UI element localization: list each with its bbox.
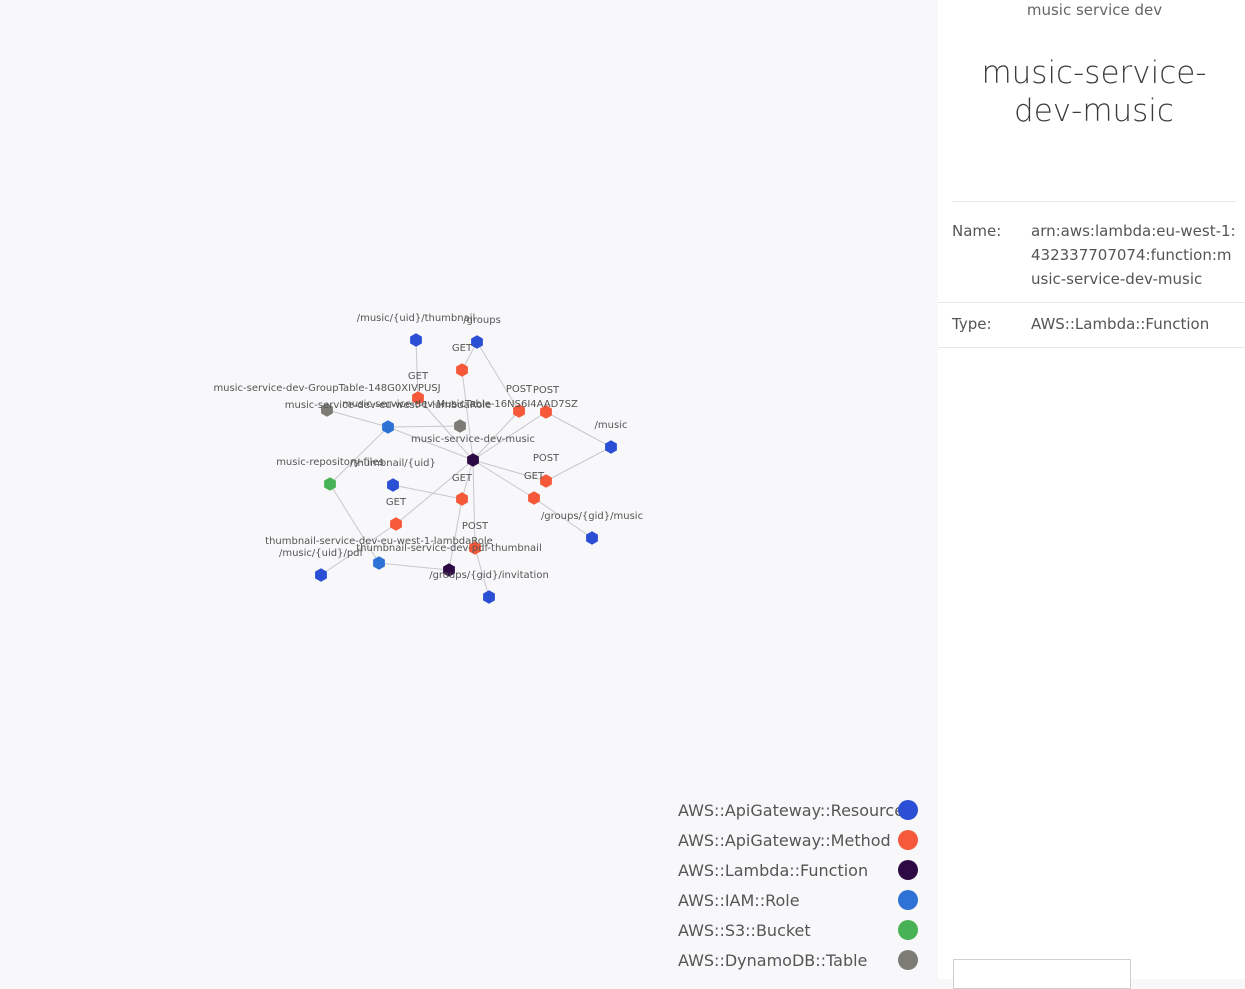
graph-node[interactable]	[471, 335, 483, 349]
legend-item: AWS::ApiGateway::Resource	[678, 798, 918, 828]
graph-edge	[326, 409, 389, 428]
legend-item: AWS::ApiGateway::Method	[678, 828, 918, 858]
graph-node[interactable]	[528, 491, 540, 505]
panel-title: music-service-dev-music	[981, 55, 1207, 129]
graph-node[interactable]	[456, 492, 468, 506]
graph-edge	[448, 498, 463, 571]
graph-edge	[395, 459, 474, 525]
legend-label: AWS::ApiGateway::Resource	[678, 801, 905, 820]
legend-item: AWS::IAM::Role	[678, 888, 918, 918]
panel-subtitle: music service dev	[1026, 1, 1163, 19]
node-label: GET	[452, 343, 473, 354]
graph-node[interactable]	[315, 568, 327, 582]
graph-node[interactable]	[373, 556, 385, 570]
node-label: POST	[533, 453, 560, 464]
graph-edge	[378, 562, 450, 571]
graph-node[interactable]	[483, 590, 495, 604]
graph-edge	[329, 426, 389, 485]
node-label: GET	[524, 471, 545, 482]
panel-input-box[interactable]	[953, 959, 1131, 989]
legend-swatch	[898, 860, 918, 880]
node-label: /groups	[463, 315, 501, 326]
legend-swatch	[898, 800, 918, 820]
legend-label: AWS::IAM::Role	[678, 891, 800, 910]
legend-label: AWS::Lambda::Function	[678, 861, 869, 880]
name-key: Name:	[952, 222, 1002, 240]
node-label: music-service-dev-eu-west-1-lambdaRole	[285, 400, 492, 411]
node-label: music-service-dev-GroupTable-148G0XIVPUS…	[213, 383, 440, 394]
details-panel: music service dev music-service-dev-musi…	[938, 0, 1245, 989]
graph-edge	[472, 459, 476, 549]
legend-swatch	[898, 890, 918, 910]
node-label: GET	[386, 497, 407, 508]
divider	[938, 347, 1245, 348]
graph-node[interactable]	[324, 477, 336, 491]
labels-layer: /music/{uid}/thumbnail/groupsGETGETmusic…	[213, 313, 643, 581]
node-label: /thumbnail/{uid}	[350, 458, 436, 469]
legend-label: AWS::S3::Bucket	[678, 921, 811, 940]
legend-swatch	[898, 920, 918, 940]
graph-node[interactable]	[454, 419, 466, 433]
node-label: GET	[408, 371, 429, 382]
node-label: /music	[595, 420, 628, 431]
legend-label: AWS::ApiGateway::Method	[678, 831, 891, 850]
graph-node[interactable]	[387, 478, 399, 492]
node-label: /music/{uid}/thumbnail	[357, 313, 476, 324]
type-key: Type:	[952, 315, 992, 333]
legend-swatch	[898, 830, 918, 850]
graph-edge	[387, 425, 461, 428]
name-value: arn:aws:lambda:eu-west-1:432337707074:fu…	[1031, 222, 1236, 288]
legend-item: AWS::Lambda::Function	[678, 858, 918, 888]
graph-node[interactable]	[382, 420, 394, 434]
legend: AWS::ApiGateway::Resource AWS::ApiGatewa…	[678, 798, 918, 978]
legend-label: AWS::DynamoDB::Table	[678, 951, 868, 970]
graph-node[interactable]	[605, 440, 617, 454]
node-label: music-service-dev-music	[411, 434, 535, 445]
node-label: /groups/{gid}/invitation	[429, 570, 549, 581]
node-label: /music/{uid}/pdf	[279, 548, 364, 559]
node-label: thumbnail-service-dev-pdf-thumbnail	[356, 543, 542, 554]
node-label: POST	[533, 385, 560, 396]
node-label: GET	[452, 473, 473, 484]
divider	[952, 201, 1236, 202]
graph-node[interactable]	[456, 363, 468, 377]
node-label: POST	[506, 384, 533, 395]
legend-swatch	[898, 950, 918, 970]
graph-node[interactable]	[586, 531, 598, 545]
node-label: /groups/{gid}/music	[541, 511, 643, 522]
type-value: AWS::Lambda::Function	[1031, 315, 1210, 333]
graph-edge	[461, 369, 474, 461]
graph-node[interactable]	[410, 333, 422, 347]
legend-item: AWS::S3::Bucket	[678, 918, 918, 948]
legend-item: AWS::DynamoDB::Table	[678, 948, 918, 978]
divider	[938, 302, 1245, 303]
graph-node[interactable]	[390, 517, 402, 531]
node-label: POST	[462, 521, 489, 532]
